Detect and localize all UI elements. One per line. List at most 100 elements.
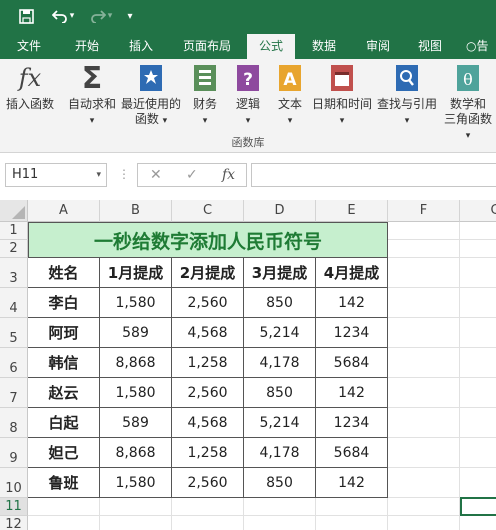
lookup-reference-button[interactable]: 查找与引用 ▾ [374, 63, 440, 129]
save-icon[interactable] [14, 5, 38, 27]
value-cell[interactable]: 2,560 [172, 378, 244, 408]
insert-function-label: 插入函数 [5, 97, 54, 111]
value-cell[interactable]: 1,258 [172, 438, 244, 468]
name-cell[interactable]: 阿珂 [28, 318, 100, 348]
value-cell[interactable]: 850 [244, 468, 316, 498]
text-button[interactable]: A 文本 ▾ [272, 63, 308, 129]
tab-tell-me[interactable]: ○告 [466, 34, 496, 59]
logical-book-icon: ? [234, 63, 262, 93]
column-header-f[interactable]: F [388, 200, 460, 222]
select-all-corner[interactable] [0, 200, 28, 222]
row-header-8[interactable]: 8 [0, 408, 28, 438]
value-cell[interactable]: 1,258 [172, 348, 244, 378]
row-header-5[interactable]: 5 [0, 318, 28, 348]
row-header-3[interactable]: 3 [0, 258, 28, 288]
table-header-cell[interactable]: 姓名 [28, 258, 100, 288]
tab-page-layout[interactable]: 页面布局 [176, 34, 238, 59]
tab-data[interactable]: 数据 [302, 34, 346, 59]
value-cell[interactable]: 589 [100, 318, 172, 348]
commission-table: 姓名 1月提成 2月提成 3月提成 4月提成 李白 1,580 2,560 850 142 阿珂 58… [28, 258, 388, 498]
value-cell[interactable]: 8,868 [100, 348, 172, 378]
value-cell[interactable]: 142 [316, 378, 388, 408]
tab-file[interactable]: 文件 [6, 34, 52, 59]
value-cell[interactable]: 1,580 [100, 378, 172, 408]
cancel-icon[interactable]: ✕ [150, 167, 162, 183]
value-cell[interactable]: 1234 [316, 408, 388, 438]
column-header-a[interactable]: A [28, 200, 100, 222]
tab-view[interactable]: 视图 [408, 34, 452, 59]
row-header-2[interactable]: 2 [0, 240, 28, 258]
row-header-9[interactable]: 9 [0, 438, 28, 468]
tab-formulas[interactable]: 公式 [247, 34, 295, 59]
insert-function-icon[interactable]: fx [222, 167, 235, 183]
tab-review[interactable]: 审阅 [356, 34, 400, 59]
row-header-12[interactable]: 12 [0, 516, 28, 530]
tab-home[interactable]: 开始 [64, 34, 110, 59]
name-box-dropdown-icon[interactable]: ▾ [96, 164, 101, 186]
column-header-g[interactable]: G [460, 200, 496, 222]
recently-used-label-2: 函数 [134, 112, 159, 126]
value-cell[interactable]: 2,560 [172, 288, 244, 318]
recently-used-button[interactable]: 最近使用的 函数 ▾ [120, 63, 182, 129]
row-header-1[interactable]: 1 [0, 222, 28, 240]
name-cell[interactable]: 李白 [28, 288, 100, 318]
value-cell[interactable]: 5,214 [244, 318, 316, 348]
name-cell[interactable]: 妲己 [28, 438, 100, 468]
selected-cell-h11[interactable] [460, 497, 496, 516]
value-cell[interactable]: 8,868 [100, 438, 172, 468]
value-cell[interactable]: 4,178 [244, 348, 316, 378]
formula-bar-grip-icon[interactable]: ⋮ [118, 167, 130, 181]
name-box[interactable]: H11 ▾ [5, 163, 107, 187]
name-cell[interactable]: 韩信 [28, 348, 100, 378]
value-cell[interactable]: 5,214 [244, 408, 316, 438]
value-cell[interactable]: 5684 [316, 438, 388, 468]
math-trig-button[interactable]: θ 数学和 三角函数 ▾ [440, 63, 496, 144]
value-cell[interactable]: 1234 [316, 318, 388, 348]
column-header-c[interactable]: C [172, 200, 244, 222]
value-cell[interactable]: 1,580 [100, 288, 172, 318]
financial-button[interactable]: 财务 ▾ [186, 63, 224, 129]
value-cell[interactable]: 2,560 [172, 468, 244, 498]
value-cell[interactable]: 1,580 [100, 468, 172, 498]
row-header-7[interactable]: 7 [0, 378, 28, 408]
tab-insert[interactable]: 插入 [118, 34, 164, 59]
value-cell[interactable]: 5684 [316, 348, 388, 378]
gridline [459, 222, 460, 530]
name-cell[interactable]: 赵云 [28, 378, 100, 408]
value-cell[interactable]: 4,568 [172, 408, 244, 438]
insert-function-button[interactable]: fx 插入函数 [4, 63, 56, 112]
value-cell[interactable]: 4,568 [172, 318, 244, 348]
table-header-cell[interactable]: 1月提成 [100, 258, 172, 288]
column-header-b[interactable]: B [100, 200, 172, 222]
table-header-cell[interactable]: 2月提成 [172, 258, 244, 288]
autosum-label: 自动求和 [67, 97, 116, 111]
value-cell[interactable]: 142 [316, 288, 388, 318]
enter-icon[interactable]: ✓ [186, 167, 198, 183]
value-cell[interactable]: 850 [244, 378, 316, 408]
worksheet-grid[interactable]: ABCDEFG 1 2 3 4 5 6 7 8 9 10 11 12 一秒给数字添加人民币符号 姓名 1… [0, 200, 496, 530]
name-cell[interactable]: 白起 [28, 408, 100, 438]
column-header-d[interactable]: D [244, 200, 316, 222]
table-header-cell[interactable]: 4月提成 [316, 258, 388, 288]
redo-dropdown-icon[interactable]: ▾ [104, 5, 116, 27]
name-cell[interactable]: 鲁班 [28, 468, 100, 498]
undo-dropdown-icon[interactable]: ▾ [66, 5, 78, 27]
table-header-cell[interactable]: 3月提成 [244, 258, 316, 288]
row-header-4[interactable]: 4 [0, 288, 28, 318]
customize-toolbar-icon[interactable]: ▾ [118, 5, 142, 27]
date-time-button[interactable]: 日期和时间 ▾ [310, 63, 374, 129]
row-header-11[interactable]: 11 [0, 498, 28, 516]
formulas-ribbon: fx 插入函数 Σ 自动求和▾ 最近使用的函数 ▾ 财务▾ ? 逻辑▾ [0, 59, 496, 153]
row-header-10[interactable]: 10 [0, 468, 28, 498]
formula-input[interactable] [251, 163, 496, 187]
row-header-6[interactable]: 6 [0, 348, 28, 378]
value-cell[interactable]: 4,178 [244, 438, 316, 468]
value-cell[interactable]: 142 [316, 468, 388, 498]
column-header-e[interactable]: E [316, 200, 388, 222]
text-book-icon: A [276, 63, 304, 93]
sheet-title-cell[interactable]: 一秒给数字添加人民币符号 [28, 222, 388, 258]
value-cell[interactable]: 850 [244, 288, 316, 318]
value-cell[interactable]: 589 [100, 408, 172, 438]
autosum-button[interactable]: Σ 自动求和 ▾ [64, 63, 120, 129]
logical-button[interactable]: ? 逻辑 ▾ [230, 63, 266, 129]
